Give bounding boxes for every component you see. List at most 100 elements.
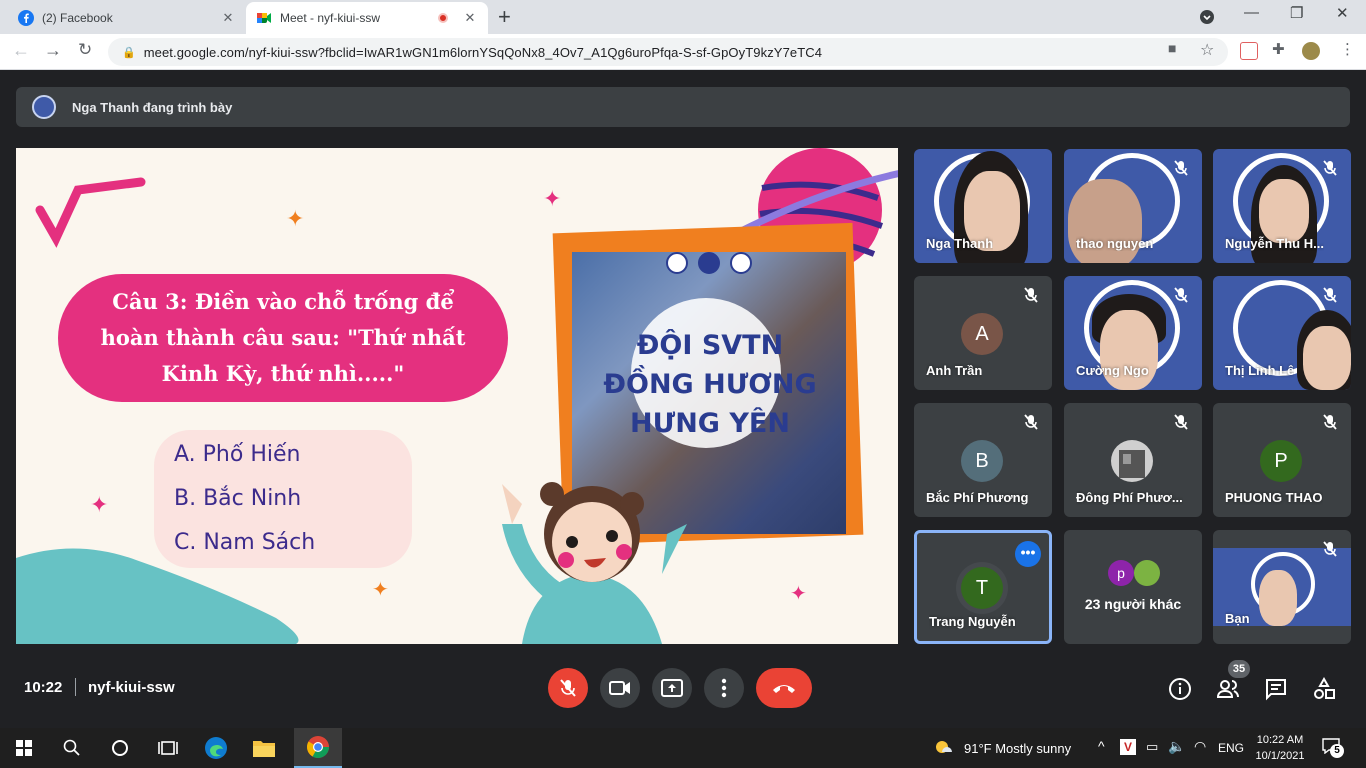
question-text: Câu 3: Điền vào chỗ trống để hoàn thành … bbox=[58, 274, 508, 402]
mic-off-icon bbox=[1323, 541, 1337, 557]
meeting-details-icon[interactable] bbox=[1168, 677, 1192, 701]
participant-tile[interactable]: Nga Thanh bbox=[914, 149, 1052, 263]
extensions-puzzle-icon[interactable]: ✚ bbox=[1272, 40, 1285, 58]
reload-icon[interactable]: ↻ bbox=[78, 40, 92, 60]
edge-icon bbox=[205, 737, 227, 759]
more-options-button[interactable]: ••• bbox=[1015, 541, 1041, 567]
input-language[interactable]: ENG bbox=[1218, 741, 1244, 755]
browser-toolbar: ← → ↻ 🔒 meet.google.com/nyf-kiui-ssw?fbc… bbox=[0, 34, 1366, 70]
edge-app[interactable] bbox=[192, 728, 240, 768]
tab-meet[interactable]: Meet - nyf-kiui-ssw ✕ bbox=[246, 2, 488, 34]
tab-search-icon[interactable] bbox=[1199, 9, 1215, 25]
antivirus-tray-icon[interactable]: V bbox=[1120, 739, 1136, 755]
taskbar-clock[interactable]: 10:22 AM 10/1/2021 bbox=[1250, 732, 1310, 764]
participant-tile[interactable]: thao nguyen bbox=[1064, 149, 1202, 263]
weather-sunny-icon[interactable] bbox=[934, 738, 956, 758]
more-options-button[interactable] bbox=[704, 668, 744, 708]
people-icon[interactable] bbox=[1216, 677, 1240, 701]
participant-video bbox=[1100, 310, 1158, 390]
google-meet-icon bbox=[257, 13, 271, 23]
presenting-banner: Nga Thanh đang trình bày bbox=[16, 87, 1350, 127]
camera-permission-icon[interactable]: ■ bbox=[1168, 40, 1176, 56]
present-now-button[interactable] bbox=[652, 668, 692, 708]
participant-avatar: T bbox=[961, 567, 1003, 609]
back-arrow-icon[interactable]: ← bbox=[12, 40, 30, 61]
star-icon: ✦ bbox=[543, 186, 561, 211]
cartoon-girl-icon bbox=[502, 482, 687, 644]
weather-text[interactable]: 91°F Mostly sunny bbox=[964, 741, 1071, 756]
extension-icon[interactable] bbox=[1240, 42, 1258, 60]
team-title: ĐỘI SVTN ĐỒNG HƯƠNG HƯNG YÊN bbox=[576, 326, 844, 443]
participant-tile[interactable]: Bạn bbox=[1213, 530, 1351, 644]
participant-tile[interactable]: A Anh Trần bbox=[914, 276, 1052, 390]
close-tab-icon[interactable]: ✕ bbox=[462, 10, 478, 26]
cortana-circle-icon bbox=[112, 740, 128, 756]
participant-tile[interactable]: Nguyễn Thu H... bbox=[1213, 149, 1351, 263]
camera-toggle-button[interactable] bbox=[600, 668, 640, 708]
clock-time: 10:22 AM bbox=[1256, 734, 1304, 746]
start-button[interactable] bbox=[0, 728, 48, 768]
chrome-menu-icon[interactable]: ⋮ bbox=[1340, 40, 1355, 58]
star-icon: ✦ bbox=[372, 579, 389, 601]
participant-video bbox=[1303, 326, 1351, 390]
microphone-toggle-button[interactable] bbox=[548, 668, 588, 708]
mic-off-icon bbox=[1323, 160, 1337, 176]
chat-icon[interactable] bbox=[1264, 677, 1288, 701]
minimize-button[interactable]: — bbox=[1244, 4, 1259, 21]
tab-title: (2) Facebook bbox=[42, 11, 113, 25]
team-title-line: ĐỒNG HƯƠNG bbox=[603, 369, 817, 400]
volume-icon[interactable]: 🔈 bbox=[1168, 738, 1185, 755]
maximize-button[interactable]: ❐ bbox=[1290, 4, 1303, 22]
others-count-label: 23 người khác bbox=[1084, 596, 1182, 612]
star-icon: ✦ bbox=[90, 492, 108, 517]
participant-tile[interactable]: Thị Linh Lê bbox=[1213, 276, 1351, 390]
profile-avatar[interactable] bbox=[1302, 42, 1320, 60]
tab-title: Meet - nyf-kiui-ssw bbox=[280, 11, 381, 25]
team-title-line: HƯNG YÊN bbox=[630, 408, 790, 439]
mic-off-icon bbox=[1174, 160, 1188, 176]
participant-name: Thị Linh Lê bbox=[1225, 363, 1295, 378]
meeting-code: nyf-kiui-ssw bbox=[88, 679, 175, 696]
wifi-icon[interactable]: ◠ bbox=[1194, 738, 1206, 755]
answer-option: B. Bắc Ninh bbox=[174, 486, 302, 511]
participant-avatar: B bbox=[961, 440, 1003, 482]
meeting-clock: 10:22 bbox=[24, 679, 63, 696]
new-tab-button[interactable]: + bbox=[498, 4, 511, 30]
cortana-button[interactable] bbox=[96, 728, 144, 768]
participant-name: Trang Nguyễn bbox=[929, 614, 1016, 629]
action-center-button[interactable]: 5 bbox=[1322, 738, 1344, 758]
participant-name: Bắc Phí Phương bbox=[926, 490, 1029, 505]
chrome-app[interactable] bbox=[294, 728, 342, 768]
participant-tile[interactable]: B Bắc Phí Phương bbox=[914, 403, 1052, 517]
presenting-text: Nga Thanh đang trình bày bbox=[72, 99, 233, 115]
forward-arrow-icon[interactable]: → bbox=[44, 40, 62, 61]
task-view-button[interactable] bbox=[144, 728, 192, 768]
team-title-line: ĐỘI SVTN bbox=[636, 330, 784, 361]
star-icon: ✦ bbox=[790, 583, 807, 605]
address-bar[interactable]: 🔒 meet.google.com/nyf-kiui-ssw?fbclid=Iw… bbox=[108, 38, 1228, 66]
participant-photo-avatar bbox=[1134, 560, 1160, 586]
close-tab-icon[interactable]: ✕ bbox=[220, 10, 236, 26]
mic-off-icon bbox=[1174, 414, 1188, 430]
windows-taskbar: 91°F Mostly sunny ^ V ▭ 🔈 ◠ ENG 10:22 AM… bbox=[0, 728, 1366, 768]
file-explorer-app[interactable] bbox=[240, 728, 288, 768]
participant-tile[interactable]: Cường Ngo bbox=[1064, 276, 1202, 390]
participant-tile-self[interactable]: T ••• Trang Nguyễn bbox=[914, 530, 1052, 644]
leave-call-button[interactable] bbox=[756, 668, 812, 708]
bookmark-star-icon[interactable]: ☆ bbox=[1200, 40, 1214, 60]
battery-icon[interactable]: ▭ bbox=[1146, 739, 1158, 755]
participant-photo-avatar bbox=[1111, 440, 1153, 482]
mic-off-icon bbox=[1323, 287, 1337, 303]
close-window-button[interactable]: ✕ bbox=[1336, 4, 1349, 22]
show-hidden-icons-chevron-icon[interactable]: ^ bbox=[1098, 738, 1105, 754]
activities-icon[interactable] bbox=[1312, 677, 1336, 701]
org-logo-icon bbox=[666, 252, 688, 274]
participant-avatar: A bbox=[961, 313, 1003, 355]
browser-tabstrip: (2) Facebook ✕ Meet - nyf-kiui-ssw ✕ + —… bbox=[0, 0, 1366, 34]
search-button[interactable] bbox=[48, 728, 96, 768]
other-participants-tile[interactable]: p 23 người khác bbox=[1064, 530, 1202, 644]
participant-tile[interactable]: Đông Phí Phươ... bbox=[1064, 403, 1202, 517]
mic-off-icon bbox=[1024, 414, 1038, 430]
tab-facebook[interactable]: (2) Facebook ✕ bbox=[8, 2, 246, 34]
participant-tile[interactable]: P PHUONG THAO bbox=[1213, 403, 1351, 517]
